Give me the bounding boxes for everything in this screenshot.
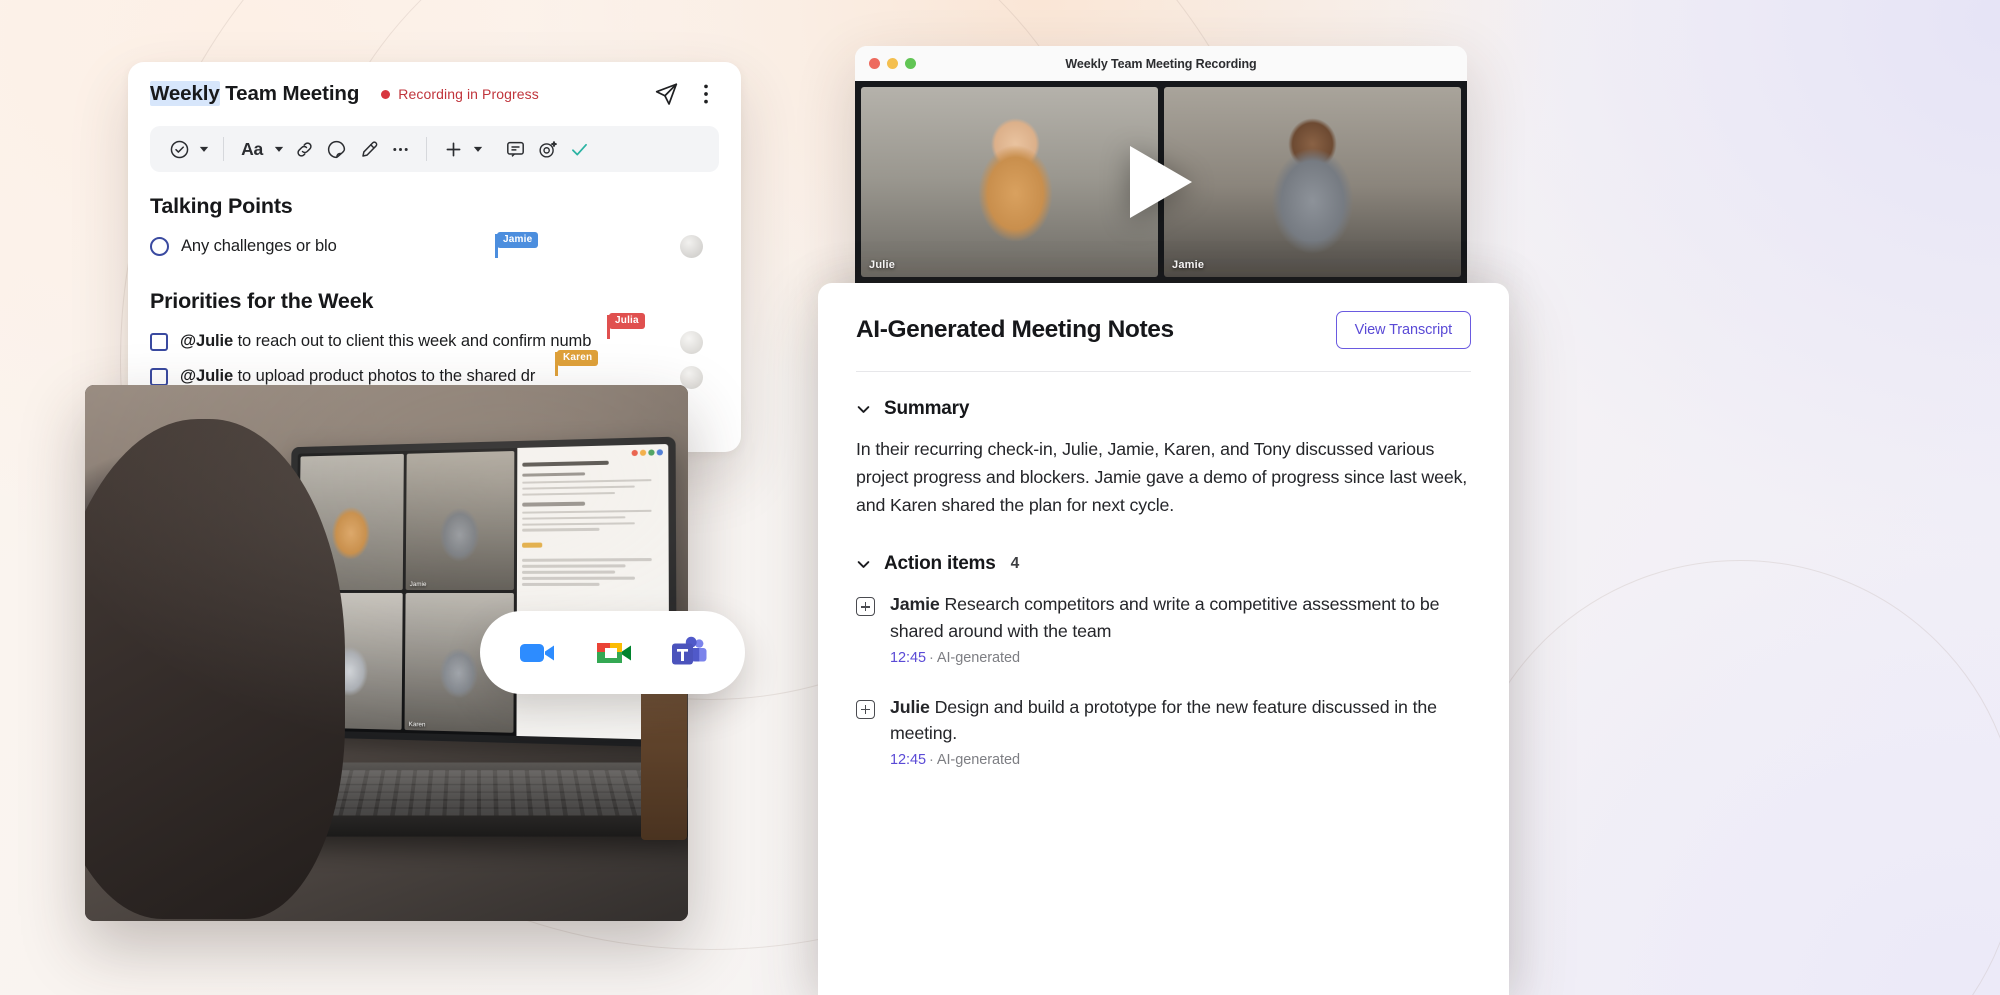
recording-dot-icon [381,89,391,99]
cursor-label: Julia [609,313,645,329]
action-item-description: Research competitors and write a competi… [890,594,1440,641]
action-item-row[interactable]: Julie Design and build a prototype for t… [856,694,1471,768]
comment-icon[interactable] [500,134,530,164]
add-icon[interactable] [438,134,468,164]
toolbar-divider-2 [426,137,427,161]
action-items-count-badge: 4 [1010,555,1020,573]
cursor-label: Karen [557,350,599,366]
action-item-timestamp[interactable]: 12:45 [890,752,926,768]
ai-assist-icon[interactable] [532,134,562,164]
add-to-tasks-icon[interactable] [856,699,875,719]
collaborator-cursor-julia: Julia [607,313,645,339]
video-tile-julie: Julie [861,87,1158,277]
decor-ring-3 [1460,560,2000,995]
participant-name-julie: Julie [869,259,896,271]
cursor-label: Jamie [497,232,539,248]
recording-status: Recording in Progress [381,86,539,102]
checkbox-icon[interactable] [150,367,168,386]
summary-heading: Summary [884,398,970,419]
window-title: Weekly Team Meeting Recording [1065,56,1257,71]
microsoft-teams-icon[interactable] [665,629,713,677]
toolbar-divider-1 [223,137,224,161]
summary-text: In their recurring check-in, Julie, Jami… [856,439,1468,515]
video-tile-jamie: Jamie [1164,87,1461,277]
action-item-source: AI-generated [936,752,1021,768]
priority-text-1-rest: to reach out to client this week and con… [233,332,592,350]
document-title[interactable]: Weekly Team Meeting [150,81,360,106]
mention-julie-1[interactable]: @Julie [180,332,233,350]
checkbox-icon[interactable] [150,332,168,351]
priority-text-1: @Julie to reach out to client this week … [180,332,591,351]
text-style-icon[interactable]: Aa [235,134,269,164]
highlighter-icon[interactable] [353,134,383,164]
send-icon[interactable] [653,81,679,107]
section-heading-talking-points: Talking Points [150,194,293,218]
action-items-heading: Action items [884,553,996,575]
chevron-down-icon[interactable] [196,134,212,164]
priority-row-1[interactable]: @Julie to reach out to client this week … [150,313,719,356]
view-transcript-button[interactable]: View Transcript [1335,311,1471,349]
recording-status-label: Recording in Progress [398,86,539,102]
document-title-highlight: Weekly [150,81,220,106]
mention-julie-2[interactable]: @Julie [180,367,233,385]
action-item-text: Julie Design and build a prototype for t… [890,694,1471,747]
integration-apps-pill [480,611,745,694]
editor-body: Talking Points Any challenges or blo Jam… [128,172,741,391]
header-divider [856,371,1471,372]
action-item-timestamp[interactable]: 12:45 [890,650,926,666]
video-recording-window: Weekly Team Meeting Recording Julie Jami… [855,46,1467,283]
done-check-icon[interactable] [564,134,594,164]
page-title: AI-Generated Meeting Notes [856,316,1174,343]
summary-section-header[interactable]: Summary [856,398,1471,420]
talking-point-text: Any challenges or blo [181,237,337,255]
zoom-icon[interactable] [513,629,561,677]
action-item-meta: 12:45 · AI-generated [890,650,1471,666]
editor-toolbar: Aa [150,126,719,172]
editor-header: Weekly Team Meeting Recording in Progres… [128,62,741,126]
editor-header-actions [653,81,719,107]
action-item-text: Jamie Research competitors and write a c… [890,591,1471,644]
action-item-owner: Jamie [890,594,940,615]
meta-separator: · [929,649,934,666]
ai-meeting-notes-panel: AI-Generated Meeting Notes View Transcri… [818,283,1509,995]
section-heading-priorities: Priorities for the Week [150,289,374,313]
collaborator-cursor-karen: Karen [555,350,599,376]
action-item-meta: 12:45 · AI-generated [890,752,1471,768]
document-title-rest: Team Meeting [219,82,360,105]
avatar[interactable] [680,235,703,258]
task-check-icon[interactable] [164,134,194,164]
action-item-owner: Julie [890,696,930,717]
chevron-down-icon-2[interactable] [271,134,287,164]
action-item-body: Jamie Research competitors and write a c… [890,591,1471,665]
chevron-down-icon-3[interactable] [470,134,486,164]
action-item-row[interactable]: Jamie Research competitors and write a c… [856,591,1471,666]
participant-name-jamie: Jamie [1172,259,1205,271]
priority-text-2-rest: to upload product photos to the shared d… [233,367,536,385]
notes-panel-header: AI-Generated Meeting Notes View Transcri… [856,311,1471,371]
talking-point-row[interactable]: Any challenges or blo Jamie [150,232,719,261]
radio-checkbox-icon[interactable] [150,237,169,256]
more-vertical-icon[interactable] [693,81,719,107]
meta-separator: · [929,752,934,768]
play-button[interactable] [1130,146,1192,218]
chevron-down-icon[interactable] [856,402,871,417]
link-icon[interactable] [289,134,319,164]
action-item-body: Julie Design and build a prototype for t… [890,694,1471,768]
action-item-description: Design and build a prototype for the new… [890,696,1437,744]
sticker-icon[interactable] [321,134,351,164]
action-item-source: AI-generated [936,649,1021,666]
video-stage[interactable]: Julie Jamie [855,81,1467,283]
more-horizontal-icon[interactable] [385,134,415,164]
chevron-down-icon-action-items[interactable] [856,557,871,572]
collaborator-cursor-jamie: Jamie [495,232,539,258]
window-title-bar: Weekly Team Meeting Recording [855,46,1467,81]
add-to-tasks-icon[interactable] [856,597,875,617]
action-items-section-header[interactable]: Action items 4 [856,553,1471,575]
google-meet-icon[interactable] [589,629,637,677]
priority-text-2: @Julie to upload product photos to the s… [180,367,535,386]
avatar[interactable] [680,331,703,354]
